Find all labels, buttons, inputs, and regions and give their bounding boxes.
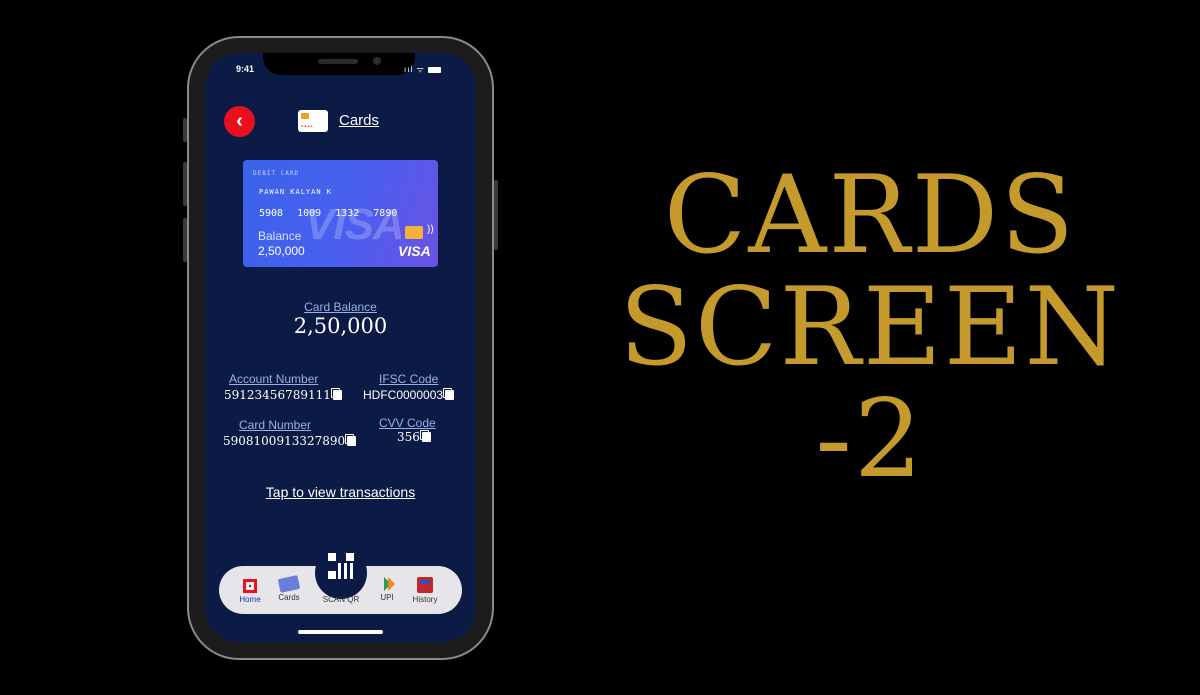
nav-item-cards[interactable]: Cards [273, 575, 305, 602]
debit-card[interactable]: VISA DEBIT CARD PAWAN KALYAN K 5908 1009 1… [243, 160, 438, 267]
copy-icon[interactable] [332, 390, 342, 400]
nav-item-upi[interactable]: UPI [374, 577, 400, 602]
history-icon [417, 577, 433, 593]
card-holder-name: PAWAN KALYAN K [259, 188, 333, 196]
banner-line: CARDS [663, 153, 1077, 278]
banner-line: -2 [815, 377, 925, 502]
front-camera [373, 57, 381, 65]
mute-switch [183, 118, 187, 142]
account-number-label: Account Number [229, 372, 319, 386]
home-icon [243, 579, 257, 593]
card-number-label: Card Number [239, 418, 312, 432]
visa-logo: VISA [398, 243, 431, 259]
speaker [318, 59, 358, 64]
account-number-text: 59123456789111 [224, 388, 331, 402]
nav-label: History [412, 595, 438, 604]
card-number-group: 5908 [259, 208, 284, 219]
status-icons: ııl ᯤ [404, 64, 441, 75]
card-balance-amount: 2,50,000 [293, 314, 388, 338]
banner-line: SCREEN [618, 265, 1122, 390]
view-transactions-link[interactable]: Tap to view transactions [205, 484, 476, 500]
card-dots: ▪▪▪▪ [301, 124, 314, 130]
card-number-group: 1009 [297, 208, 322, 219]
card-icon: ▪▪▪▪ [298, 110, 328, 132]
cvv-code-label: CVV Code [379, 416, 436, 430]
back-button[interactable]: ‹ [224, 106, 255, 137]
cvv-code-value: 356 [397, 430, 431, 444]
page-title: Cards [339, 112, 380, 129]
nav-item-history[interactable]: History [408, 577, 442, 604]
card-number-group: 1332 [335, 208, 360, 219]
back-arrow-icon: ‹ [236, 110, 243, 132]
nav-label: Home [239, 595, 261, 604]
upi-icon [383, 577, 395, 591]
volume-up-button [183, 162, 187, 206]
ifsc-code-label: IFSC Code [379, 372, 439, 386]
home-indicator [298, 630, 383, 634]
nav-label: Cards [278, 593, 300, 602]
qr-code-icon [328, 553, 354, 579]
signal-wifi-icon: ııl ᯤ [404, 65, 425, 74]
battery-icon [427, 66, 441, 73]
card-number-value: 5908100913327890 [223, 434, 357, 448]
ifsc-code-value: HDFC0000003 [363, 388, 455, 402]
copy-icon[interactable] [421, 432, 431, 442]
card-balance-label: Balance [258, 229, 302, 243]
nav-label: UPI [380, 593, 394, 602]
card-number-display: 5908 1009 1332 7890 [259, 208, 411, 219]
banner-title: CARDS SCREEN -2 [560, 160, 1180, 496]
card-balance-heading: Card Balance [304, 300, 377, 314]
card-type: DEBIT CARD [253, 170, 300, 177]
volume-down-button [183, 218, 187, 262]
nav-item-scan-qr[interactable]: SCAN QR [316, 595, 366, 604]
card-balance-value: 2,50,000 [258, 244, 305, 258]
chip-icon [301, 113, 309, 119]
nav-item-home[interactable]: Home [233, 579, 267, 604]
nav-label: SCAN QR [322, 595, 360, 604]
card-number-group: 7890 [373, 208, 398, 219]
chip-icon [405, 226, 423, 239]
account-number-value: 59123456789111 [224, 388, 342, 402]
copy-icon[interactable] [445, 390, 455, 400]
power-button [494, 180, 498, 250]
cvv-code-text: 356 [397, 430, 420, 444]
ifsc-code-text: HDFC0000003 [363, 388, 444, 402]
cards-icon [277, 575, 301, 593]
notch [263, 53, 415, 75]
card-number-text: 5908100913327890 [223, 434, 346, 448]
contactless-icon: )) [427, 224, 434, 235]
copy-icon[interactable] [347, 436, 357, 446]
status-time: 9:41 [236, 64, 255, 74]
